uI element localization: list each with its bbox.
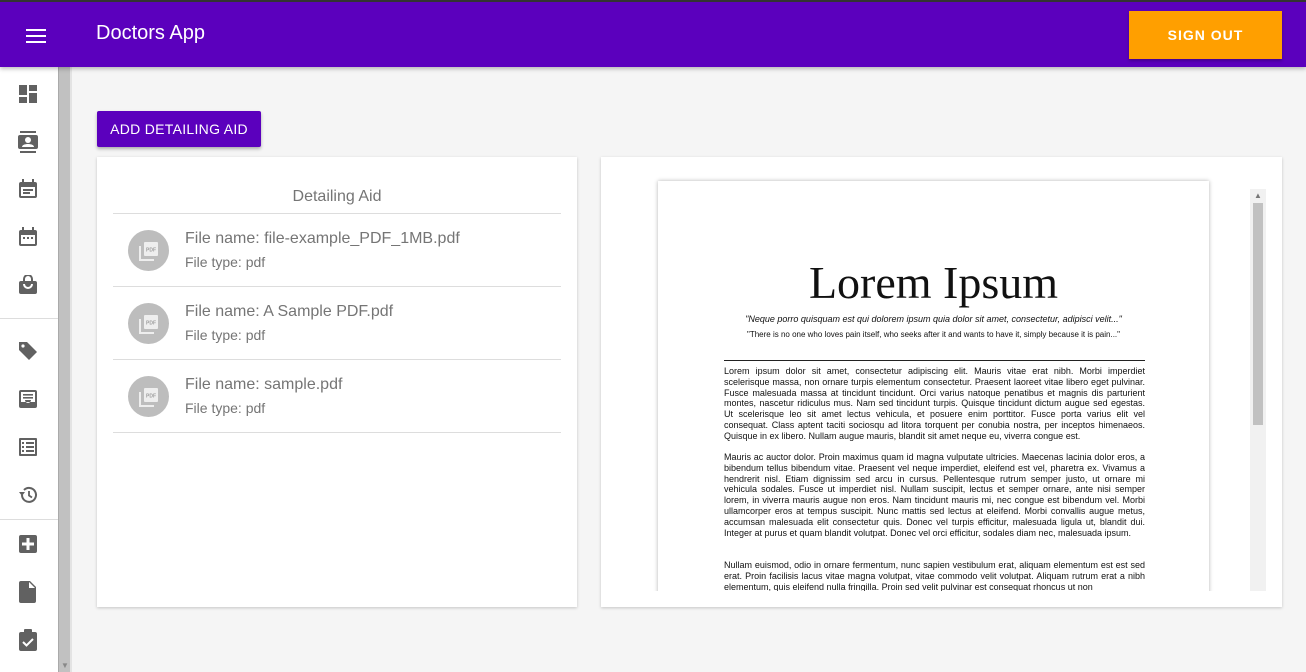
inbox-icon xyxy=(19,390,37,408)
sidebar-item-calendar[interactable] xyxy=(14,223,42,251)
svg-text:PDF: PDF xyxy=(146,393,156,399)
sidebar-item-document[interactable] xyxy=(14,578,42,606)
list-item[interactable]: PDF File name: A Sample PDF.pdf File typ… xyxy=(113,287,561,360)
sidebar-item-list[interactable] xyxy=(14,433,42,461)
detailing-aid-card: Detailing Aid PDF File name: file-exampl… xyxy=(97,157,577,607)
pdf-file-icon: PDF xyxy=(138,241,158,261)
pdf-file-icon: PDF xyxy=(138,387,158,407)
card-title: Detailing Aid xyxy=(292,188,382,205)
shopping-bag-icon xyxy=(19,275,37,294)
pdf-paragraph: Nullam euismod, odio in ornare fermentum… xyxy=(724,560,1145,591)
avatar: PDF xyxy=(128,230,169,271)
list-icon xyxy=(19,438,37,456)
sign-out-button[interactable]: SIGN OUT xyxy=(1129,11,1282,59)
pdf-quote: "Neque porro quisquam est qui dolorem ip… xyxy=(745,314,1122,324)
avatar: PDF xyxy=(128,376,169,417)
sidebar-item-inbox[interactable] xyxy=(14,385,42,413)
menu-button[interactable] xyxy=(16,16,56,56)
file-type: File type: pdf xyxy=(185,327,266,343)
list-item[interactable]: PDF File name: file-example_PDF_1MB.pdf … xyxy=(113,214,561,287)
sidebar-item-add[interactable] xyxy=(14,530,42,558)
pdf-file-icon: PDF xyxy=(138,314,158,334)
contact-card-icon xyxy=(18,131,38,153)
app-title: Doctors App xyxy=(96,22,205,44)
event-note-icon xyxy=(19,179,37,198)
sidebar-divider xyxy=(0,318,58,319)
list-item[interactable]: PDF File name: sample.pdf File type: pdf xyxy=(113,360,561,433)
pdf-viewer-card: Lorem Ipsum "Neque porro quisquam est qu… xyxy=(601,157,1282,607)
sidebar-item-contacts[interactable] xyxy=(14,128,42,156)
clipboard-check-icon xyxy=(19,629,37,651)
history-icon xyxy=(19,486,37,503)
pdf-paragraph: Mauris ac auctor dolor. Proin maximus qu… xyxy=(724,452,1145,538)
pdf-rule xyxy=(724,360,1145,361)
pdf-heading: Lorem Ipsum xyxy=(808,257,1059,308)
menu-icon xyxy=(26,29,46,43)
sidebar-item-dashboard[interactable] xyxy=(14,80,42,108)
file-name: File name: file-example_PDF_1MB.pdf xyxy=(185,230,460,247)
svg-text:PDF: PDF xyxy=(146,320,156,326)
add-detailing-aid-button[interactable]: ADD DETAILING AID xyxy=(97,111,261,147)
sidebar-item-history[interactable] xyxy=(14,481,42,509)
pdf-paragraph: Lorem ipsum dolor sit amet, consectetur … xyxy=(724,366,1145,441)
pdf-quote: "There is no one who loves pain itself, … xyxy=(747,330,1120,339)
pdf-viewer-scrollbar[interactable]: ▲ ▼ xyxy=(1250,189,1266,591)
file-name: File name: sample.pdf xyxy=(185,376,343,393)
sidebar-scrollbar[interactable]: ▼ xyxy=(58,67,70,672)
sidebar-edge xyxy=(70,67,72,672)
dashboard-icon xyxy=(19,85,37,103)
scrollbar-thumb[interactable] xyxy=(1253,203,1263,425)
scroll-down-arrow-icon[interactable]: ▼ xyxy=(61,661,69,670)
pdf-viewer-frame[interactable]: Lorem Ipsum "Neque porro quisquam est qu… xyxy=(601,173,1282,591)
app-bar: Doctors App SIGN OUT xyxy=(0,0,1306,67)
file-type: File type: pdf xyxy=(185,254,266,270)
sidebar-item-assignment[interactable] xyxy=(14,626,42,654)
svg-text:PDF: PDF xyxy=(146,247,156,253)
sidebar-item-events[interactable] xyxy=(14,175,42,203)
pdf-page: Lorem Ipsum "Neque porro quisquam est qu… xyxy=(658,181,1209,591)
sidebar-item-shop[interactable] xyxy=(14,271,42,299)
sidebar xyxy=(0,67,58,672)
avatar: PDF xyxy=(128,303,169,344)
file-name: File name: A Sample PDF.pdf xyxy=(185,303,394,320)
document-icon xyxy=(19,581,36,603)
sidebar-divider xyxy=(0,519,58,520)
calendar-icon xyxy=(19,227,37,246)
sidebar-item-tags[interactable] xyxy=(14,337,42,365)
add-box-icon xyxy=(19,535,37,553)
file-type: File type: pdf xyxy=(185,400,266,416)
scroll-up-arrow-icon[interactable]: ▲ xyxy=(1254,191,1262,200)
tag-icon xyxy=(19,342,37,360)
